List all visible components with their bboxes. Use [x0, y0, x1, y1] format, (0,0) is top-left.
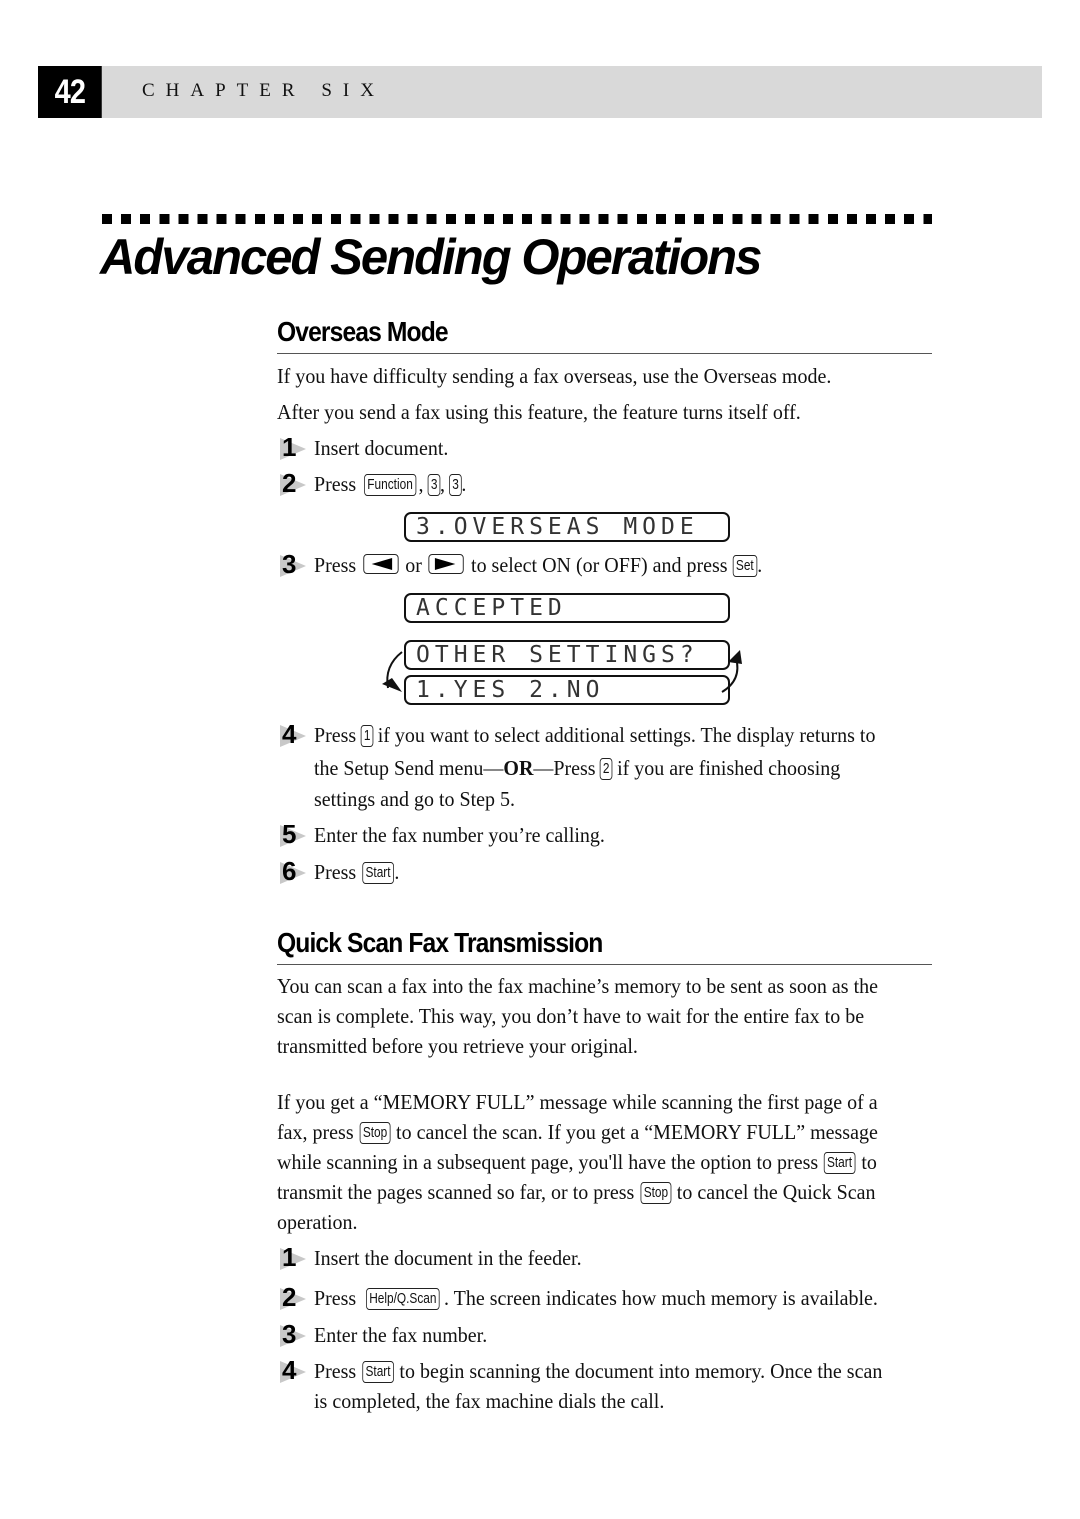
- page-number: 42: [38, 66, 102, 118]
- right-arrow-icon: [435, 558, 456, 570]
- overseas-intro-1: If you have difficulty sending a fax ove…: [277, 364, 832, 388]
- page-title: Advanced Sending Operations: [100, 229, 762, 285]
- lcd-display-other-settings: OTHER SETTINGS?: [404, 640, 730, 670]
- chapter-label: CHAPTER SIX: [142, 80, 385, 101]
- start-key[interactable]: Start: [362, 1361, 394, 1383]
- quickscan-para2-line2: fax, press Stop to cancel the scan. If y…: [277, 1120, 878, 1144]
- lcd-display-overseas-mode: 3.OVERSEAS MODE: [404, 512, 730, 542]
- overseas-step-4: 4 Press 1 if you want to select addition…: [280, 719, 876, 811]
- lcd-display-accepted: ACCEPTED: [404, 593, 730, 623]
- quickscan-para1-line3: transmitted before you retrieve your ori…: [277, 1034, 638, 1058]
- section-rule: [277, 353, 932, 354]
- quickscan-para2-line5: operation.: [277, 1210, 358, 1234]
- step-number-badge: 3: [280, 549, 310, 579]
- start-key[interactable]: Start: [824, 1152, 856, 1174]
- step-number-badge: 2: [280, 1282, 310, 1312]
- quickscan-para2-line1: If you get a “MEMORY FULL” message while…: [277, 1090, 878, 1114]
- quickscan-para1-line2: scan is complete. This way, you don’t ha…: [277, 1004, 865, 1028]
- overseas-intro-2: After you send a fax using this feature,…: [277, 400, 801, 424]
- quickscan-para2-line4: transmit the pages scanned so far, or to…: [277, 1180, 876, 1204]
- step-number-badge: 6: [280, 856, 310, 886]
- quickscan-step-4: 4 Press Start to begin scanning the docu…: [280, 1355, 883, 1413]
- quickscan-para2-line3: while scanning in a subsequent page, you…: [277, 1150, 877, 1174]
- quickscan-para1-line1: You can scan a fax into the fax machine’…: [277, 974, 879, 998]
- cycle-arrow-right-icon: [721, 650, 742, 693]
- step-text: Insert document.: [314, 436, 449, 460]
- key-3[interactable]: 3: [449, 474, 463, 496]
- step-number-badge: 4: [280, 719, 310, 749]
- section-heading-overseas-mode: Overseas Mode: [277, 316, 449, 347]
- key-2[interactable]: 2: [599, 758, 613, 780]
- stop-key[interactable]: Stop: [359, 1122, 391, 1144]
- left-arrow-icon: [371, 558, 392, 570]
- function-key[interactable]: Function: [363, 474, 416, 496]
- section-rule: [277, 964, 932, 965]
- help-qscan-key[interactable]: Help/Q.Scan: [365, 1288, 440, 1310]
- step-number-badge: 2: [280, 468, 310, 498]
- key-1[interactable]: 1: [360, 725, 374, 747]
- step-number-badge: 3: [280, 1319, 310, 1349]
- step-text: Enter the fax number.: [314, 1323, 488, 1347]
- title-dotted-rule: [102, 214, 932, 224]
- key-3[interactable]: 3: [427, 474, 441, 496]
- step-number-badge: 1: [280, 1242, 310, 1272]
- left-arrow-key[interactable]: [363, 554, 399, 574]
- right-arrow-key[interactable]: [428, 554, 465, 574]
- section-heading-quick-scan: Quick Scan Fax Transmission: [277, 927, 603, 958]
- step-number-badge: 1: [280, 432, 310, 462]
- start-key[interactable]: Start: [362, 862, 394, 884]
- step-number-badge: 4: [280, 1355, 310, 1385]
- lcd-display-yes-no: 1.YES 2.NO: [404, 675, 730, 705]
- cycle-arrow-left-icon: [382, 651, 403, 692]
- step-text: Enter the fax number you’re calling.: [314, 823, 605, 847]
- set-key[interactable]: Set: [732, 555, 757, 577]
- step-text: Insert the document in the feeder.: [314, 1246, 582, 1270]
- stop-key[interactable]: Stop: [640, 1182, 671, 1204]
- step-number-badge: 5: [280, 819, 310, 849]
